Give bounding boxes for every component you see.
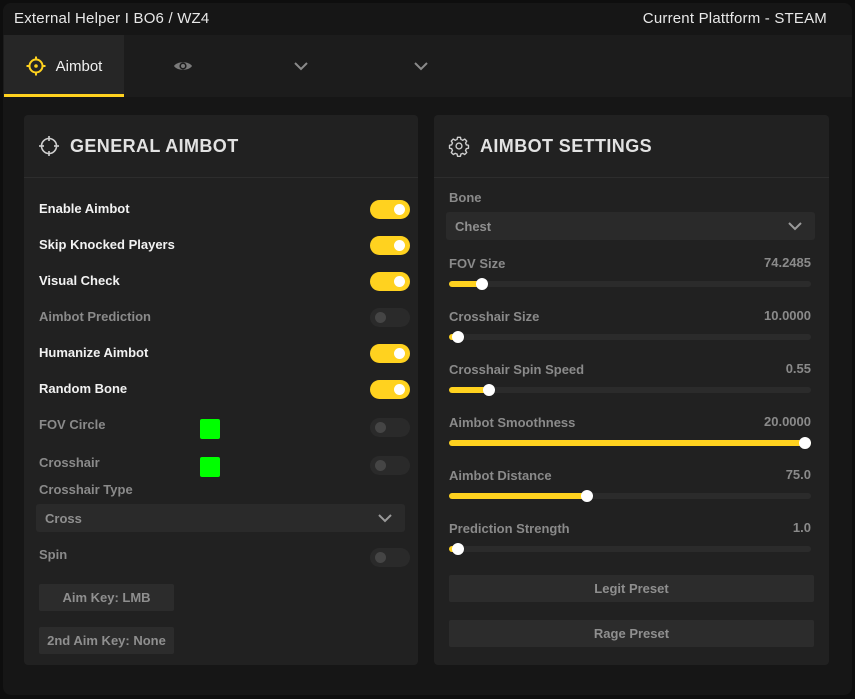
- second-aim-key-button[interactable]: 2nd Aim Key: None: [39, 627, 174, 654]
- aimbot-prediction-toggle[interactable]: [370, 308, 410, 327]
- chevron-down-icon: [294, 62, 308, 71]
- chevron-down-icon: [788, 222, 802, 231]
- visual-check-toggle[interactable]: [370, 272, 410, 291]
- toggle-knob: [394, 204, 405, 215]
- tab-bar: Aimbot: [3, 35, 852, 97]
- slider-track[interactable]: [449, 384, 811, 396]
- tab-dropdown-1[interactable]: [261, 35, 341, 97]
- general-aimbot-panel: GENERAL AIMBOT Enable Aimbot Skip Knocke…: [24, 115, 418, 665]
- chevron-down-icon: [378, 514, 392, 523]
- rage-preset-button[interactable]: Rage Preset: [449, 620, 814, 647]
- crosshair-type-label: Crosshair Type: [39, 482, 133, 497]
- toggle-knob: [375, 422, 386, 433]
- slider-track[interactable]: [449, 437, 811, 449]
- crosshair-label: Crosshair: [39, 455, 100, 470]
- spin-label: Spin: [39, 547, 68, 562]
- random-bone-label: Random Bone: [39, 381, 128, 396]
- tab-aimbot-label: Aimbot: [55, 57, 103, 75]
- slider-value: 20.0000: [764, 414, 811, 429]
- slider-track[interactable]: [449, 490, 811, 502]
- skip-knocked-label: Skip Knocked Players: [39, 237, 175, 252]
- slider-track[interactable]: [449, 331, 811, 343]
- humanize-aimbot-toggle[interactable]: [370, 344, 410, 363]
- toggle-knob: [375, 312, 386, 323]
- panel-title: GENERAL AIMBOT: [70, 135, 239, 156]
- slider-value: 1.0: [792, 520, 811, 535]
- aimbot-settings-header: AIMBOT SETTINGS: [434, 115, 829, 178]
- chevron-down-icon: [414, 62, 428, 71]
- crosshair-type-value: Cross: [45, 511, 82, 526]
- skip-knocked-toggle[interactable]: [370, 236, 410, 255]
- platform-label: Current Plattform - STEAM: [642, 10, 827, 27]
- spin-toggle[interactable]: [370, 548, 410, 567]
- gear-icon: [448, 136, 470, 157]
- enable-aimbot-label: Enable Aimbot: [39, 201, 130, 216]
- bone-value: Chest: [455, 219, 492, 234]
- slider-label: Prediction Strength: [449, 521, 570, 536]
- slider-thumb[interactable]: [452, 543, 464, 555]
- slider-label: Crosshair Size: [449, 309, 540, 324]
- crosshair-icon: [39, 136, 59, 156]
- slider-thumb[interactable]: [799, 437, 811, 449]
- crosshair-color-swatch[interactable]: [200, 457, 220, 477]
- slider-thumb[interactable]: [452, 331, 464, 343]
- title-bar: External Helper I BO6 / WZ4 Current Plat…: [3, 3, 852, 35]
- slider-track[interactable]: [449, 278, 811, 290]
- toggle-knob: [394, 384, 405, 395]
- slider-fill: [449, 493, 587, 499]
- slider-track[interactable]: [449, 543, 811, 555]
- aimbot-settings-panel: AIMBOT SETTINGS Bone Chest FOV Size 74.24…: [434, 115, 829, 665]
- bone-dropdown[interactable]: Chest: [446, 212, 815, 240]
- random-bone-toggle[interactable]: [370, 380, 410, 399]
- active-tab-indicator: [4, 94, 124, 97]
- toggle-knob: [394, 348, 405, 359]
- toggle-knob: [394, 276, 405, 287]
- panel-title: AIMBOT SETTINGS: [480, 135, 652, 156]
- slider-thumb[interactable]: [483, 384, 495, 396]
- toggle-knob: [394, 240, 405, 251]
- enable-aimbot-toggle[interactable]: [370, 200, 410, 219]
- slider-label: Aimbot Smoothness: [449, 415, 576, 430]
- slider-label: FOV Size: [449, 256, 506, 271]
- aimbot-prediction-label: Aimbot Prediction: [39, 309, 151, 324]
- slider-thumb[interactable]: [581, 490, 593, 502]
- legit-preset-button[interactable]: Legit Preset: [449, 575, 814, 602]
- slider-thumb[interactable]: [476, 278, 488, 290]
- aim-key-button[interactable]: Aim Key: LMB: [39, 584, 174, 611]
- fov-circle-color-swatch[interactable]: [200, 419, 220, 439]
- tab-aimbot[interactable]: Aimbot: [4, 35, 124, 97]
- app-title: External Helper I BO6 / WZ4: [14, 10, 210, 27]
- slider-label: Aimbot Distance: [449, 468, 552, 483]
- tab-dropdown-2[interactable]: [381, 35, 461, 97]
- crosshair-toggle[interactable]: [370, 456, 410, 475]
- toggle-knob: [375, 552, 386, 563]
- slider-value: 75.0: [785, 467, 811, 482]
- slider-label: Crosshair Spin Speed: [449, 362, 585, 377]
- eye-icon: [174, 62, 192, 70]
- visual-check-label: Visual Check: [39, 273, 120, 288]
- general-aimbot-header: GENERAL AIMBOT: [24, 115, 418, 178]
- slider-value: 0.55: [785, 361, 811, 376]
- fov-circle-label: FOV Circle: [39, 417, 106, 432]
- slider-fill: [449, 440, 811, 446]
- crosshair-icon: [26, 56, 46, 76]
- tab-visuals[interactable]: [143, 35, 223, 97]
- bone-label: Bone: [449, 190, 482, 205]
- crosshair-type-dropdown[interactable]: Cross: [36, 504, 405, 532]
- app-window: External Helper I BO6 / WZ4 Current Plat…: [3, 3, 852, 695]
- slider-value: 10.0000: [764, 308, 811, 323]
- slider-value: 74.2485: [764, 255, 811, 270]
- fov-circle-toggle[interactable]: [370, 418, 410, 437]
- toggle-knob: [375, 460, 386, 471]
- humanize-aimbot-label: Humanize Aimbot: [39, 345, 149, 360]
